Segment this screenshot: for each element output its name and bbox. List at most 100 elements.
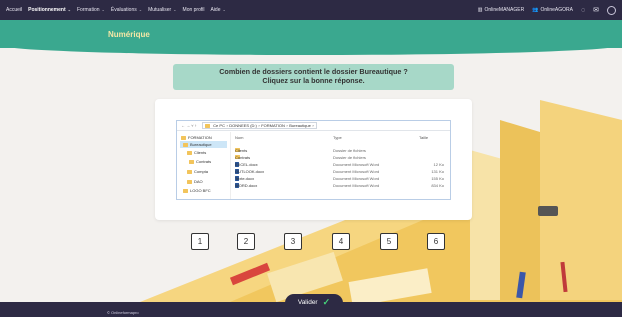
breadcrumb-item: Bureautique xyxy=(289,123,311,128)
nav-item-1[interactable]: Positionnement ⌄ xyxy=(28,7,71,13)
chevron-right-icon: › xyxy=(226,123,228,128)
nav-item-0[interactable]: Accueil xyxy=(6,7,22,13)
file-type: Document Microsoft Word xyxy=(333,183,380,188)
tree-node-label: FORMATION xyxy=(188,135,212,140)
folder-icon xyxy=(187,169,192,174)
answer-button-5[interactable]: 5 xyxy=(380,233,398,250)
chevron-right-icon: › xyxy=(286,123,288,128)
tree-node-label: DAO xyxy=(194,179,203,184)
file-explorer-screenshot: ← → ˅ ↑ Ce PC › DONNEES (D:) › FORMATION › Bur… xyxy=(176,120,451,200)
nav-item-label: Formation xyxy=(77,7,100,13)
agora-link[interactable]: 👥 OnlineAGORA xyxy=(532,7,573,13)
answer-button-3[interactable]: 3 xyxy=(284,233,302,250)
nav-item-5[interactable]: Mon profil xyxy=(183,7,205,13)
copyright-text: © Onlineformapro xyxy=(107,310,139,315)
folder-icon xyxy=(187,179,192,184)
tree-node-label: Bureautique xyxy=(190,142,212,147)
folder-icon xyxy=(183,188,188,193)
nav-item-label: Positionnement xyxy=(28,7,66,13)
breadcrumb-item: Ce PC xyxy=(213,123,225,128)
tree-node-label: Clients xyxy=(194,150,207,155)
page-title: Numérique xyxy=(108,30,150,39)
folder-icon xyxy=(189,159,194,164)
nav-item-label: Mutualiser xyxy=(148,7,172,13)
answer-button-1[interactable]: 1 xyxy=(191,233,209,250)
tree-node-label: Contrats xyxy=(196,159,212,164)
file-row: EXCEL.docx Document Microsoft Word 12 Ko xyxy=(234,162,450,168)
file-name: Texte.docx xyxy=(235,176,255,181)
users-icon: 👥 xyxy=(532,7,539,13)
file-name: EXCEL.docx xyxy=(235,162,258,167)
file-row: WORD.docx Document Microsoft Word 834 Ko xyxy=(234,183,450,189)
breadcrumb-item: DONNEES (D:) xyxy=(229,123,257,128)
file-row: Contrats Dossier de fichiers xyxy=(234,155,450,161)
nav-item-label: Mon profil xyxy=(182,7,205,13)
tree-node: Compta xyxy=(187,168,208,175)
breadcrumb: Ce PC › DONNEES (D:) › FORMATION › Bureautique… xyxy=(201,122,317,129)
chevron-right-icon: › xyxy=(258,123,260,128)
answer-button-2[interactable]: 2 xyxy=(237,233,255,250)
file-row: Clients Dossier de fichiers xyxy=(234,148,450,154)
validate-button[interactable]: Valider ✓ xyxy=(285,294,343,311)
folder-icon xyxy=(183,142,188,147)
file-type: Document Microsoft Word xyxy=(333,162,380,167)
tree-node: LOGO BFC xyxy=(183,187,211,194)
chevron-right-icon: › xyxy=(312,123,314,128)
file-name: WORD.docx xyxy=(235,183,258,188)
answer-button-6[interactable]: 6 xyxy=(427,233,445,250)
address-bar: ← → ˅ ↑ Ce PC › DONNEES (D:) › FORMATION › Bur… xyxy=(177,121,450,131)
file-row: OUTLOOK.docx Document Microsoft Word 131 K… xyxy=(234,169,450,175)
chevron-down-icon: ⌄ xyxy=(67,7,71,12)
file-type: Document Microsoft Word xyxy=(333,169,380,174)
file-row: Texte.docx Document Microsoft Word 155 Ko xyxy=(234,176,450,182)
chart-icon: ▥ xyxy=(477,7,483,13)
chevron-down-icon: ⌄ xyxy=(173,7,177,12)
nav-item-3[interactable]: Évaluations ⌄ xyxy=(111,7,142,13)
nav-item-6[interactable]: Aide ⌄ xyxy=(210,7,225,13)
file-type: Dossier de fichiers xyxy=(333,148,366,153)
manager-label: OnlineMANAGER xyxy=(484,7,525,13)
agora-label: OnlineAGORA xyxy=(540,7,573,13)
answer-options: 1 2 3 4 5 6 xyxy=(0,233,622,253)
top-navigation: Accueil Positionnement ⌄ Formation ⌄ Évaluati… xyxy=(0,0,622,20)
nav-item-4[interactable]: Mutualiser ⌄ xyxy=(148,7,176,13)
tree-node-label: LOGO BFC xyxy=(190,188,211,193)
chevron-down-icon: ⌄ xyxy=(222,7,226,12)
chevron-down-icon: ⌄ xyxy=(138,7,143,12)
tree-node-label: Compta xyxy=(194,169,209,174)
file-type: Document Microsoft Word xyxy=(333,176,380,181)
navigation-arrows-icon: ← → ˅ ↑ xyxy=(181,123,197,128)
tree-node: Clients xyxy=(187,149,206,156)
file-size: 834 Ko xyxy=(431,183,444,188)
file-name: OUTLOOK.docx xyxy=(235,169,265,174)
folder-tree: FORMATION Bureautique Clients Contrats Compt… xyxy=(177,132,231,199)
question-instruction: Cliquez sur la bonne réponse. xyxy=(262,75,365,85)
nav-item-label: Évaluations xyxy=(110,7,137,13)
file-name: Contrats xyxy=(235,155,251,160)
answer-button-4[interactable]: 4 xyxy=(332,233,350,250)
column-header-name: Nom xyxy=(235,135,244,140)
folder-icon xyxy=(204,123,210,128)
mail-icon[interactable]: ✉ xyxy=(593,6,599,14)
nav-item-label: Aide xyxy=(210,7,221,13)
file-type: Dossier de fichiers xyxy=(333,155,366,160)
nav-right-group: ▥ OnlineMANAGER 👥 OnlineAGORA ◌ ✉ xyxy=(470,0,616,20)
user-circle-icon[interactable] xyxy=(607,5,616,15)
question-box: Combien de dossiers contient le dossier … xyxy=(173,64,454,90)
tree-node: FORMATION xyxy=(181,134,212,141)
nav-item-label: Accueil xyxy=(6,7,23,13)
file-name: Clients xyxy=(235,148,248,153)
validate-label: Valider xyxy=(297,299,318,306)
tree-node: Bureautique xyxy=(180,141,227,148)
chat-icon[interactable]: ◌ xyxy=(581,7,585,14)
checkmark-icon: ✓ xyxy=(322,297,331,307)
file-size: 131 Ko xyxy=(431,169,444,174)
manager-link[interactable]: ▥ OnlineMANAGER xyxy=(478,7,524,13)
file-size: 155 Ko xyxy=(431,176,444,181)
column-header-type: Type xyxy=(333,135,342,140)
chevron-down-icon: ⌄ xyxy=(101,7,105,12)
folder-icon xyxy=(187,150,192,155)
tree-node: Contrats xyxy=(189,158,211,165)
nav-item-2[interactable]: Formation ⌄ xyxy=(77,7,105,13)
file-size: 12 Ko xyxy=(433,162,444,167)
